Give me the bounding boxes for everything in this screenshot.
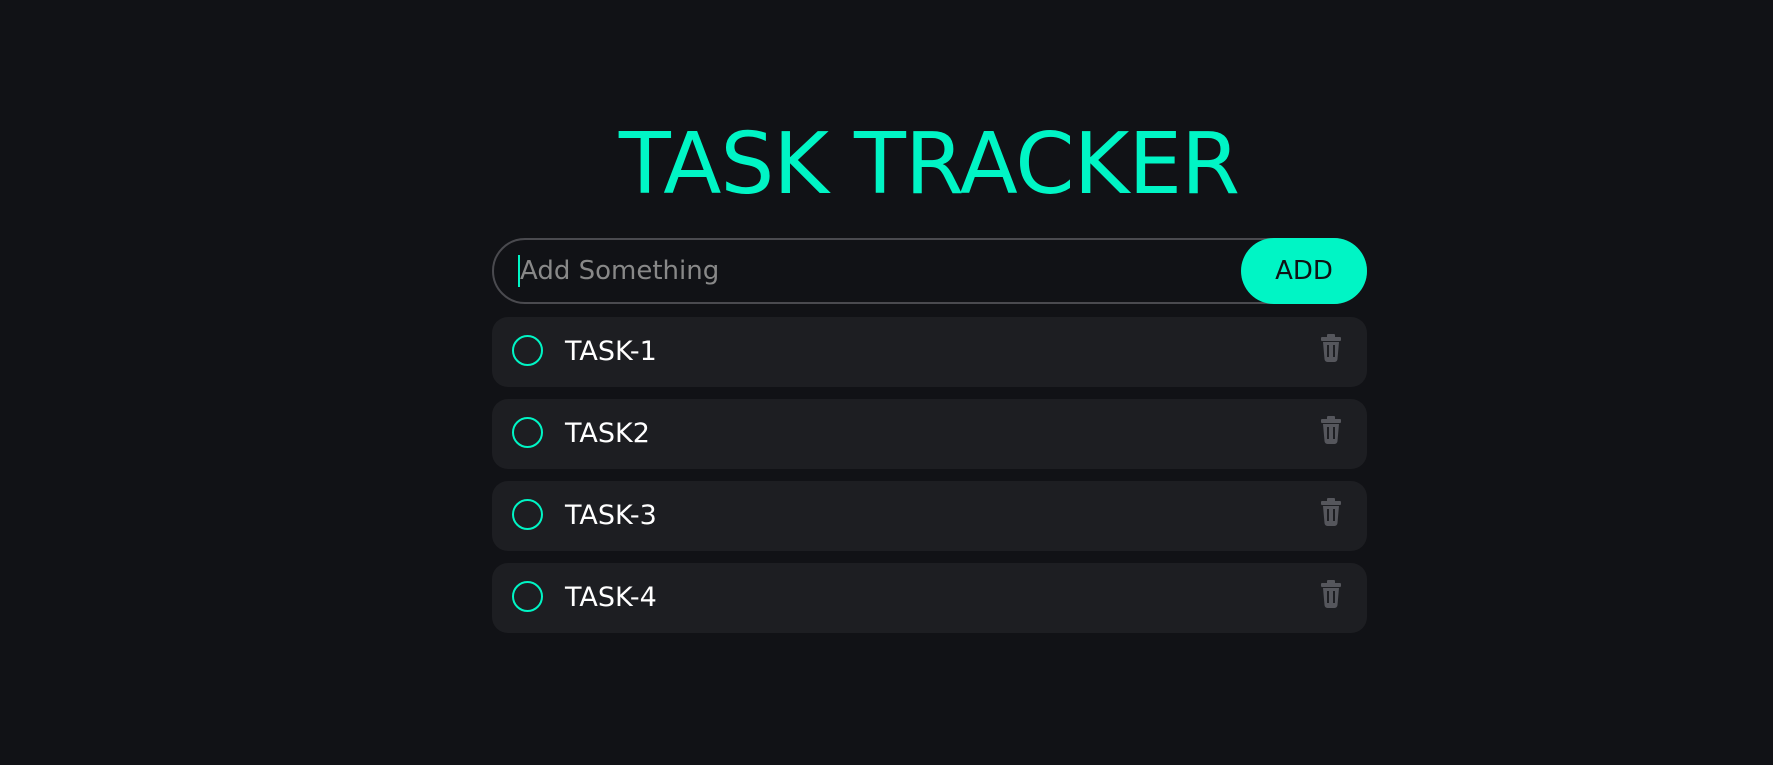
add-task-button[interactable]: ADD <box>1241 238 1367 304</box>
task-row: TASK-1 <box>492 317 1367 387</box>
task-label: TASK-1 <box>565 336 657 367</box>
task-tracker-app: TASK TRACKER ADD TASK-1 TASK2 <box>0 0 1773 765</box>
task-label: TASK-4 <box>565 582 657 613</box>
task-composer: ADD <box>492 238 1367 304</box>
complete-task-circle-icon[interactable] <box>512 335 543 366</box>
task-label: TASK-3 <box>565 500 657 531</box>
task-row: TASK-3 <box>492 481 1367 551</box>
task-list: TASK-1 TASK2 TASK-3 TASK-4 <box>492 317 1367 645</box>
complete-task-circle-icon[interactable] <box>512 417 543 448</box>
trash-icon[interactable] <box>1319 498 1343 526</box>
task-input[interactable] <box>492 238 1367 304</box>
trash-icon[interactable] <box>1319 334 1343 362</box>
complete-task-circle-icon[interactable] <box>512 581 543 612</box>
task-label: TASK2 <box>565 418 650 449</box>
task-row: TASK2 <box>492 399 1367 469</box>
text-cursor <box>518 255 520 287</box>
page-title: TASK TRACKER <box>618 115 1240 214</box>
trash-icon[interactable] <box>1319 416 1343 444</box>
task-row: TASK-4 <box>492 563 1367 633</box>
trash-icon[interactable] <box>1319 580 1343 608</box>
complete-task-circle-icon[interactable] <box>512 499 543 530</box>
